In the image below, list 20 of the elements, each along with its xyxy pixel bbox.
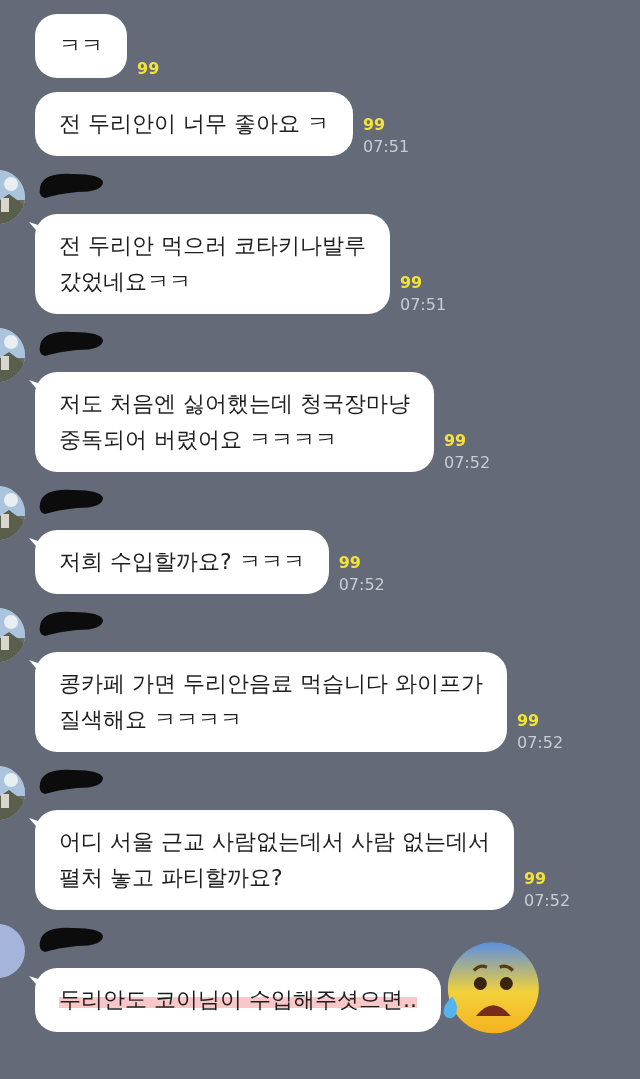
message-text: 저희 수입할까요? ㅋㅋㅋ <box>59 548 305 576</box>
message-time: 07:52 <box>517 732 564 754</box>
unread-count: 99 <box>517 710 541 732</box>
unread-count: 99 <box>363 114 387 136</box>
message-time: 07:51 <box>363 136 410 158</box>
message-text: ㅋㅋ <box>59 32 103 60</box>
message-text: 콩카페 가면 두리안음료 먹습니다 와이프가 질색해요 ㅋㅋㅋㅋ <box>59 670 483 734</box>
message-time: 07:52 <box>523 890 571 912</box>
message-time: 07:51 <box>400 294 447 316</box>
message-text: 저도 처음엔 싫어했는데 청국장마냥 중독되어 버렸어요 ㅋㅋㅋㅋ <box>59 390 410 454</box>
unread-count: 99 <box>523 868 548 890</box>
unread-count: 99 <box>400 272 424 294</box>
message-text: 어디 서울 근교 사람없는데서 사람 없는데서 펼처 놓고 파티할까요? <box>59 828 490 892</box>
unread-count: 99 <box>338 552 362 574</box>
message-text: 전 두리안이 너무 좋아요 ㅋ <box>59 110 329 138</box>
message-time: 07:52 <box>444 452 491 474</box>
message-text: 전 두리안 먹으러 코타키나발루 갔었네요ㅋㅋ <box>59 232 366 296</box>
message-time: 07:52 <box>338 574 385 596</box>
unread-count: 99 <box>444 430 468 452</box>
unread-count: 99 <box>137 58 160 80</box>
